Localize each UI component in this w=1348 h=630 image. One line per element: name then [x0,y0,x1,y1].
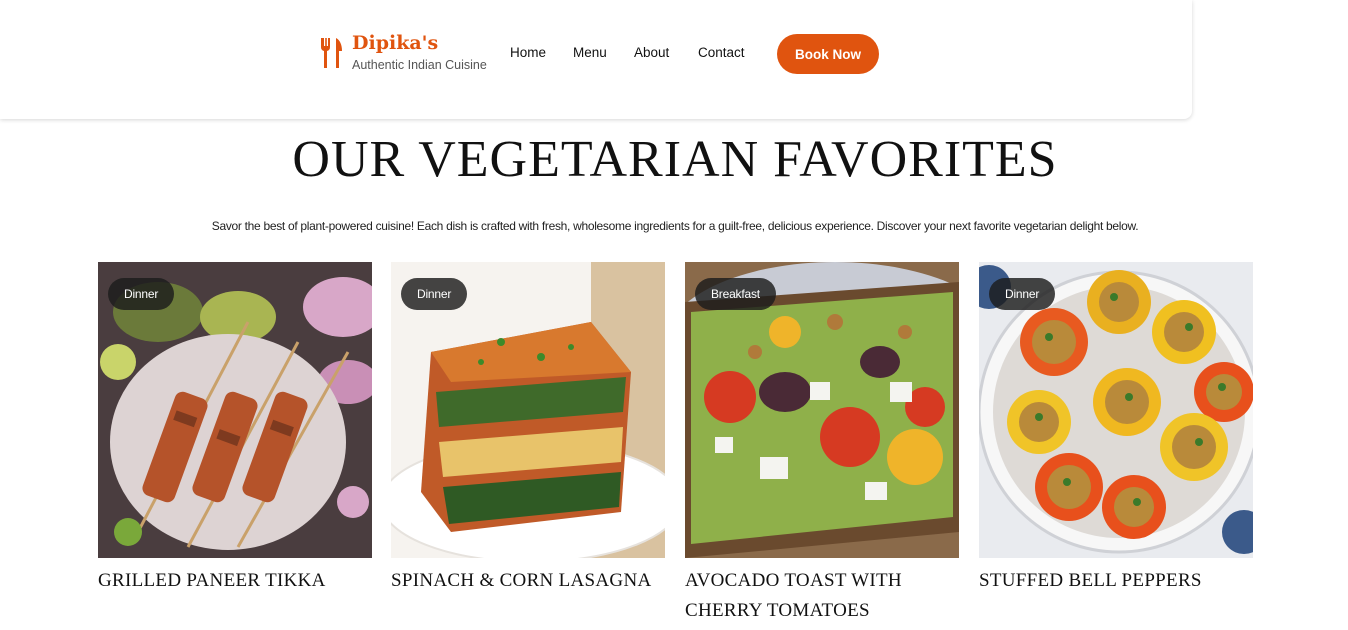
dish-title[interactable]: GRILLED PANEER TIKKA [98,566,372,596]
dish-image[interactable]: Breakfast [685,262,959,558]
dish-card[interactable]: Breakfast AVOCADO TOAST WITH CHERRY TOMA… [685,262,959,626]
dish-image[interactable]: Dinner [979,262,1253,558]
dish-title[interactable]: AVOCADO TOAST WITH CHERRY TOMATOES [685,566,959,626]
section-description: Savor the best of plant-powered cuisine!… [211,219,1139,233]
book-now-button[interactable]: Book Now [777,34,879,74]
nav-about[interactable]: About [634,45,669,60]
dish-title[interactable]: STUFFED BELL PEPPERS [979,566,1253,596]
nav-home[interactable]: Home [510,45,546,60]
dish-card[interactable]: Dinner SPINACH & CORN LASAGNA [391,262,665,596]
category-badge: Dinner [989,278,1056,310]
brand-name: Dipika's [352,32,439,54]
site-header: Dipika's Authentic Indian Cuisine Home M… [0,0,1192,119]
dish-image[interactable]: Dinner [98,262,372,558]
nav-menu[interactable]: Menu [573,45,607,60]
nav-contact[interactable]: Contact [698,45,745,60]
dish-card[interactable]: Dinner GRILLED PANEER TIKKA [98,262,372,596]
category-badge: Breakfast [695,278,776,310]
category-badge: Dinner [108,278,175,310]
dish-title[interactable]: SPINACH & CORN LASAGNA [391,566,665,596]
dish-image[interactable]: Dinner [391,262,665,558]
dish-card[interactable]: Dinner STUFFED BELL PEPPERS [979,262,1253,596]
brand-tagline: Authentic Indian Cuisine [352,58,487,72]
category-badge: Dinner [401,278,468,310]
section-title: OUR VEGETARIAN FAVORITES [292,131,1058,188]
utensils-icon [320,38,342,68]
